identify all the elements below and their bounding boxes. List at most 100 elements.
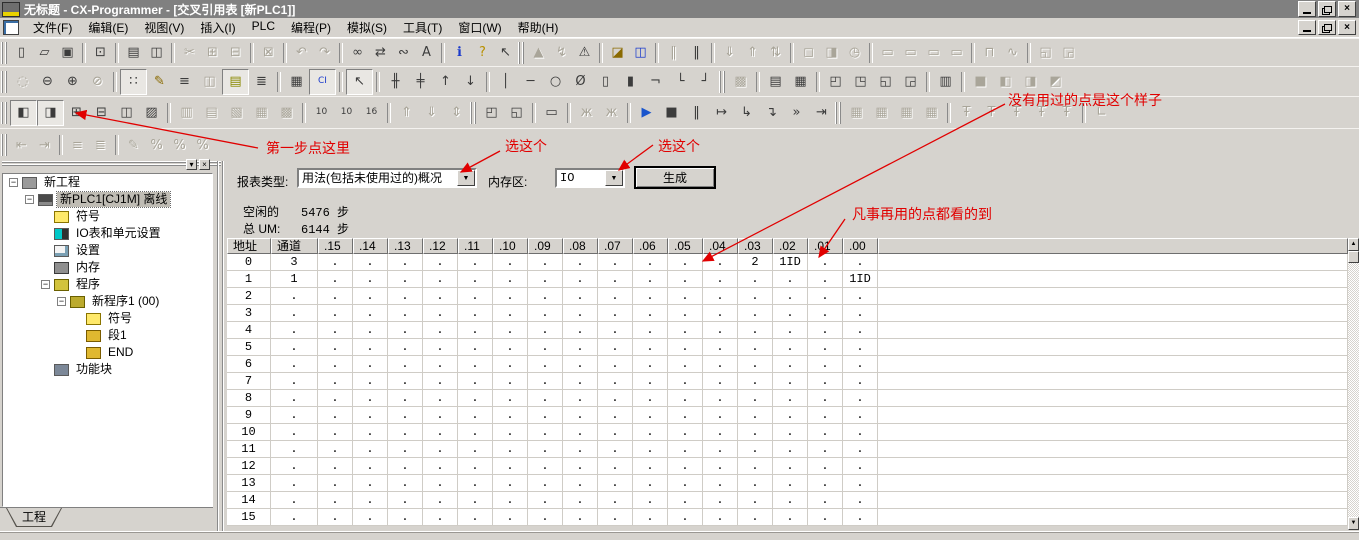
table-cell[interactable]: .: [703, 441, 738, 457]
table-cell[interactable]: .: [423, 254, 458, 270]
table-cell[interactable]: .: [633, 271, 668, 287]
table-cell[interactable]: .: [563, 322, 598, 338]
find-replace-button[interactable]: A: [415, 42, 438, 64]
tree-item-function-blocks[interactable]: 功能块: [3, 361, 212, 378]
table-cell[interactable]: .: [808, 441, 843, 457]
table-cell[interactable]: .: [738, 339, 773, 355]
table-cell[interactable]: .: [458, 254, 493, 270]
table-cell[interactable]: .: [318, 475, 353, 491]
diff-monitor-1-button[interactable]: Ŧ: [954, 101, 979, 125]
pause-monitor-button[interactable]: ◨: [820, 42, 843, 64]
pulse-run-button[interactable]: ∿: [1001, 42, 1024, 64]
table-cell[interactable]: .: [703, 509, 738, 525]
program-check-button[interactable]: ↯: [550, 42, 573, 64]
force-off-button[interactable]: ⇓: [419, 101, 444, 125]
table-cell[interactable]: .: [808, 373, 843, 389]
table-cell[interactable]: .: [808, 254, 843, 270]
table-cell[interactable]: .: [423, 390, 458, 406]
about-button[interactable]: ℹ: [448, 42, 471, 64]
table-cell[interactable]: .: [843, 288, 878, 304]
table-cell[interactable]: .: [563, 407, 598, 423]
table-cell[interactable]: .: [773, 356, 808, 372]
tree-item-program[interactable]: −程序: [3, 276, 212, 293]
table-cell[interactable]: .: [598, 424, 633, 440]
table-cell[interactable]: .: [493, 373, 528, 389]
workspace-grip[interactable]: ▾ ×: [2, 161, 221, 171]
tree-item-settings[interactable]: 设置: [3, 242, 212, 259]
table-cell[interactable]: .: [318, 373, 353, 389]
table-cell[interactable]: .: [703, 271, 738, 287]
indent-left-button[interactable]: ⇤: [10, 134, 33, 156]
table-cell[interactable]: .: [423, 356, 458, 372]
table-cell[interactable]: .: [388, 475, 423, 491]
table-cell[interactable]: 6: [227, 356, 271, 372]
table-cell[interactable]: .: [563, 492, 598, 508]
table-cell[interactable]: .: [738, 407, 773, 423]
pause-button[interactable]: ‖: [685, 42, 708, 64]
table-cell[interactable]: .: [598, 492, 633, 508]
monitor-coil-1-button[interactable]: ◱: [873, 70, 898, 94]
table-cell[interactable]: .: [668, 305, 703, 321]
monitor-contact-1-button[interactable]: ◰: [823, 70, 848, 94]
zoom-out-button[interactable]: ⊖: [35, 70, 60, 94]
table-cell[interactable]: .: [458, 356, 493, 372]
table-cell[interactable]: .: [528, 441, 563, 457]
zoom-in-button[interactable]: ⊕: [60, 70, 85, 94]
table-cell[interactable]: .: [738, 390, 773, 406]
display-signed-decimal-button[interactable]: 10: [334, 101, 359, 125]
column-header[interactable]: .07: [598, 238, 633, 254]
table-cell[interactable]: 12: [227, 458, 271, 474]
table-cell[interactable]: .: [458, 271, 493, 287]
table-cell[interactable]: .: [633, 475, 668, 491]
column-header[interactable]: .10: [493, 238, 528, 254]
table-cell[interactable]: .: [423, 305, 458, 321]
table-cell[interactable]: .: [271, 492, 318, 508]
column-header[interactable]: .00: [843, 238, 878, 254]
align-list-2-button[interactable]: ≣: [89, 134, 112, 156]
rung-comment-button[interactable]: ≡: [172, 70, 197, 94]
table-cell[interactable]: .: [528, 373, 563, 389]
table-cell[interactable]: .: [703, 407, 738, 423]
table-cell[interactable]: .: [458, 322, 493, 338]
scroll-thumb[interactable]: [1348, 251, 1359, 263]
table-cell[interactable]: .: [318, 288, 353, 304]
table-cell[interactable]: .: [388, 390, 423, 406]
tree-expander-icon[interactable]: −: [41, 280, 50, 289]
table-cell[interactable]: .: [738, 458, 773, 474]
find-usage-button[interactable]: ▥: [174, 101, 199, 125]
table-cell[interactable]: 7: [227, 373, 271, 389]
save-button[interactable]: ▣: [56, 42, 79, 64]
table-cell[interactable]: .: [843, 458, 878, 474]
table-cell[interactable]: .: [493, 407, 528, 423]
undo-button[interactable]: ↶: [290, 42, 313, 64]
table-cell[interactable]: .: [738, 492, 773, 508]
table-cell[interactable]: .: [388, 509, 423, 525]
table-cell[interactable]: .: [458, 305, 493, 321]
table-cell[interactable]: .: [388, 288, 423, 304]
table-cell[interactable]: .: [668, 288, 703, 304]
run-to-end-button[interactable]: ⇥: [809, 101, 834, 125]
table-cell[interactable]: .: [668, 390, 703, 406]
table-cell[interactable]: .: [843, 339, 878, 355]
diff-monitor-4-button[interactable]: Ŧ: [1029, 101, 1054, 125]
table-cell[interactable]: .: [388, 492, 423, 508]
tree-item-symbols[interactable]: 符号: [3, 208, 212, 225]
table-cell[interactable]: .: [668, 356, 703, 372]
coil-closed-button[interactable]: Ø: [568, 70, 593, 94]
grid-button[interactable]: ∷: [120, 69, 147, 95]
paste-clipboard-button[interactable]: ⊠: [257, 42, 280, 64]
table-cell[interactable]: .: [353, 356, 388, 372]
table-cell[interactable]: .: [703, 305, 738, 321]
help-button[interactable]: ?: [471, 42, 494, 64]
table-cell[interactable]: .: [353, 254, 388, 270]
column-header[interactable]: .03: [738, 238, 773, 254]
table-cell[interactable]: .: [843, 305, 878, 321]
table-cell[interactable]: .: [563, 339, 598, 355]
table-cell[interactable]: .: [528, 475, 563, 491]
instruction-not-button[interactable]: ¬: [643, 70, 668, 94]
table-cell[interactable]: .: [563, 288, 598, 304]
mode-debug-button[interactable]: ▭: [899, 42, 922, 64]
table-cell[interactable]: .: [271, 458, 318, 474]
copy-button[interactable]: ⊞: [201, 42, 224, 64]
table-cell[interactable]: .: [668, 407, 703, 423]
